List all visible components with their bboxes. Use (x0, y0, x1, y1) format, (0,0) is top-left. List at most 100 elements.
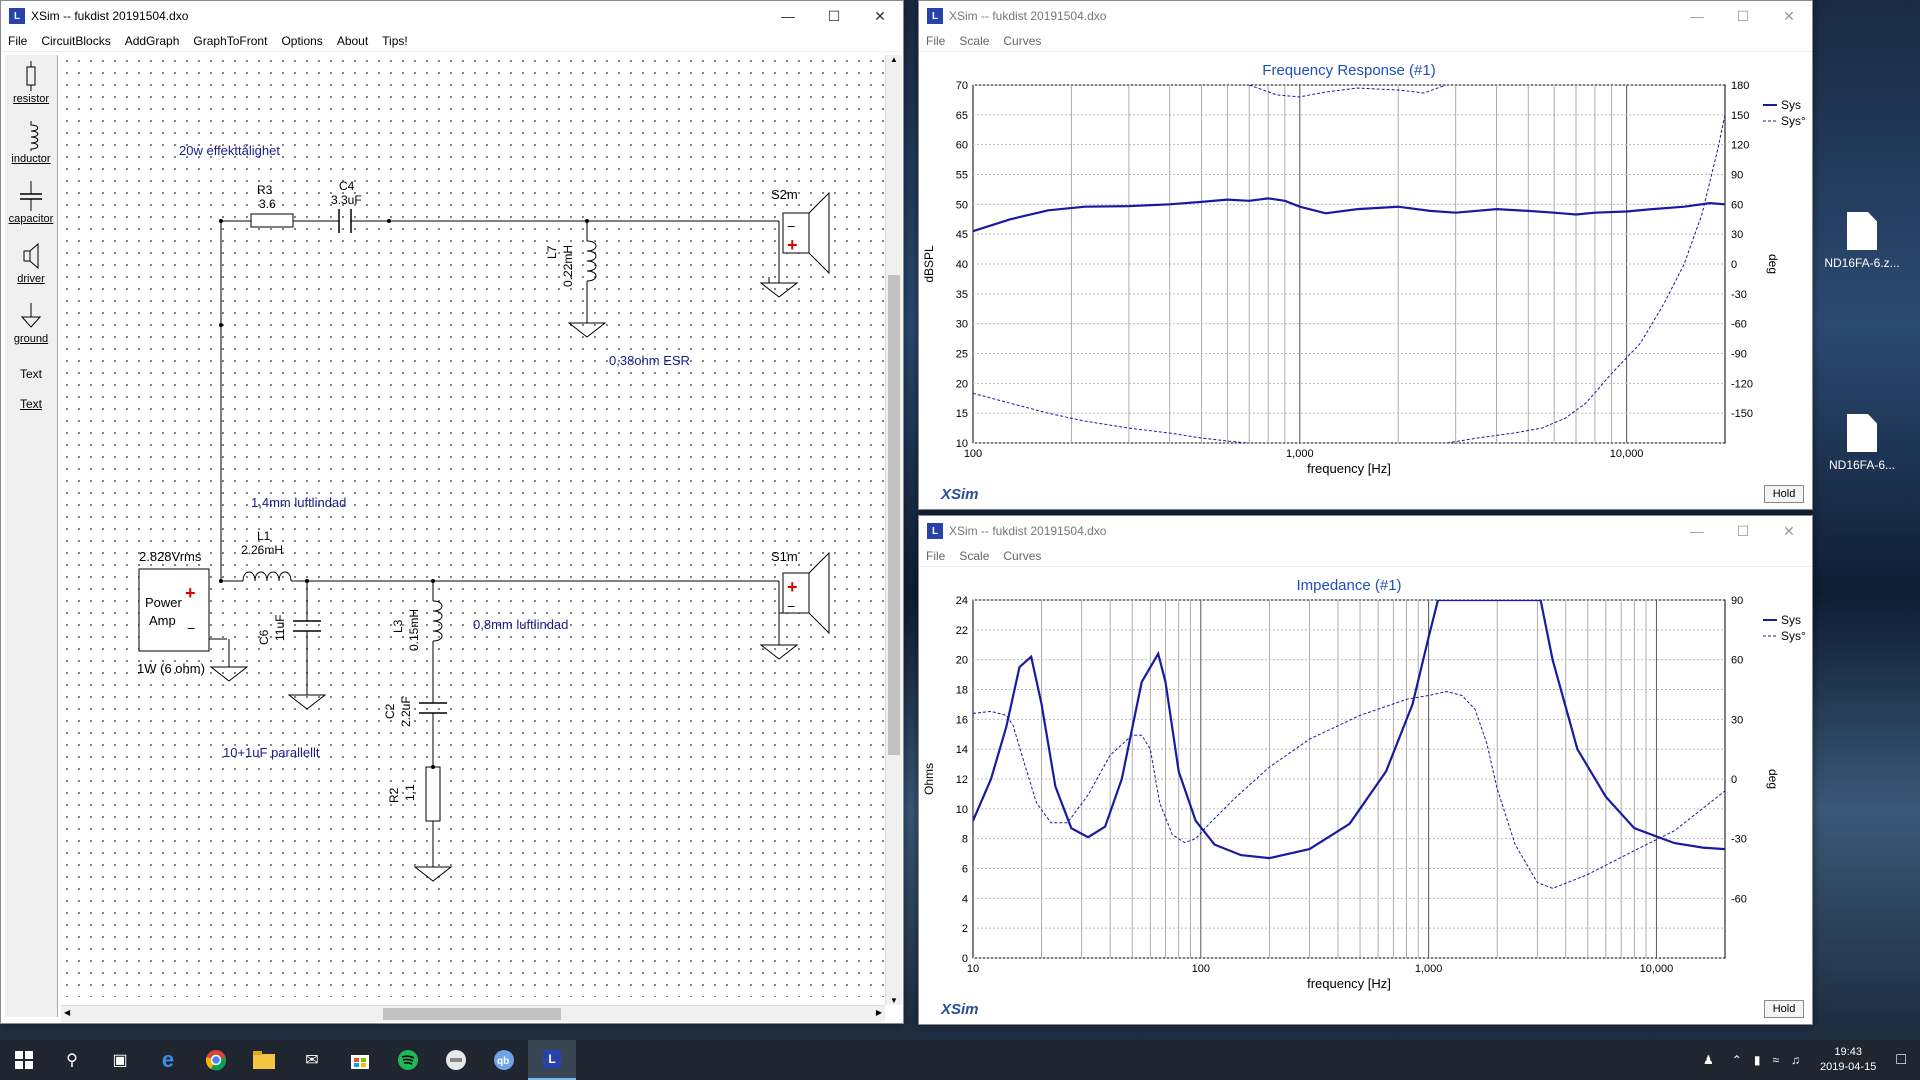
hold-button[interactable]: Hold (1764, 485, 1804, 503)
spotify-icon[interactable] (384, 1040, 432, 1080)
window-title: XSim -- fukdist 20191504.dxo (949, 524, 1107, 538)
legend-label: Sys (1781, 613, 1801, 627)
inductor-l3[interactable] (432, 600, 443, 642)
freq-titlebar[interactable]: L XSim -- fukdist 20191504.dxo — ☐ ✕ (919, 1, 1812, 31)
schematic-titlebar[interactable]: L XSim -- fukdist 20191504.dxo — ☐ ✕ (1, 1, 903, 31)
qbittorrent-icon[interactable]: qb (480, 1040, 528, 1080)
inductor-l7[interactable] (586, 240, 597, 282)
edge-icon[interactable]: e (144, 1040, 192, 1080)
wifi-icon[interactable]: ≈ (1772, 1053, 1779, 1067)
schematic-vscrollbar[interactable]: ▲ ▼ (885, 55, 902, 1005)
impedance-chart[interactable]: 2422201816141210864209060300-30-6010 100 1… (919, 568, 1812, 1024)
hscroll-thumb[interactable] (383, 1008, 561, 1020)
note-l3-wire[interactable]: 0,8mm luftlindad (473, 617, 568, 632)
imp-graph-area[interactable]: 24 22 20 18 16 14 12 10 8 6 4 2 0 90 60 30 0 -30 -60 10 100 1… (919, 568, 1812, 1024)
minimize-icon[interactable]: — (765, 1, 811, 31)
mail-icon[interactable]: ✉ (288, 1040, 336, 1080)
schematic-hscrollbar[interactable]: ◀ ▶ (61, 1005, 885, 1022)
menu-file[interactable]: File (919, 34, 952, 48)
windows-icon (15, 1051, 33, 1069)
desktop-file-2[interactable]: ND16FA-6... (1822, 414, 1902, 472)
power-amp-block[interactable] (138, 568, 210, 652)
scroll-right-icon[interactable]: ▶ (876, 1008, 882, 1017)
tool-text-2[interactable]: Text (5, 395, 57, 423)
x-tick-label: 10,000 (1610, 448, 1644, 460)
note-power-handling[interactable]: 20w effekttålighet (179, 143, 280, 158)
xsim-taskbar-icon[interactable]: L (528, 1040, 576, 1080)
chevron-up-icon[interactable]: ⌃ (1732, 1053, 1742, 1067)
maximize-icon[interactable]: ☐ (1720, 1, 1766, 31)
hold-button[interactable]: Hold (1764, 1000, 1804, 1018)
y-tick-label: 60 (956, 140, 968, 152)
resistor-r3[interactable] (250, 213, 294, 228)
tool-inductor[interactable]: inductor (5, 121, 57, 175)
y2-tick-label: -120 (1731, 378, 1753, 390)
desktop-file-1[interactable]: ND16FA-6.z... (1822, 212, 1902, 270)
start-button[interactable] (0, 1040, 48, 1080)
taskbar-clock[interactable]: 19:43 2019-04-15 (1820, 1045, 1876, 1075)
menu-tips[interactable]: Tips! (375, 34, 415, 48)
taskbar: ⚲ ▣ e ✉ qb L ♟ ⌃ ▮ ≈ ♫ 19:43 2019-04-15 … (0, 1040, 1920, 1080)
y-tick-label: 16 (956, 714, 968, 726)
svg-text:−: − (787, 598, 795, 614)
svg-text:qb: qb (497, 1056, 509, 1067)
chrome-icon[interactable] (192, 1040, 240, 1080)
menu-scale[interactable]: Scale (952, 549, 996, 563)
tool-driver[interactable]: driver (5, 241, 57, 295)
menu-options[interactable]: Options (274, 34, 329, 48)
scroll-down-icon[interactable]: ▼ (886, 996, 902, 1005)
resistor-r2[interactable] (425, 766, 441, 822)
ground-icon (20, 303, 42, 328)
menu-file[interactable]: File (919, 549, 952, 563)
imp-titlebar[interactable]: L XSim -- fukdist 20191504.dxo — ☐ ✕ (919, 516, 1812, 546)
maximize-icon[interactable]: ☐ (811, 1, 857, 31)
tool-resistor[interactable]: resistor (5, 61, 57, 115)
freq-response-chart[interactable]: 7065605550454035302520151018015012090603… (919, 53, 1812, 509)
freq-response-window[interactable]: L XSim -- fukdist 20191504.dxo — ☐ ✕ Fil… (918, 0, 1813, 510)
menu-graphtofront[interactable]: GraphToFront (186, 34, 274, 48)
maximize-icon[interactable]: ☐ (1720, 516, 1766, 546)
y-tick-label: 15 (956, 408, 968, 420)
y2-tick-label: 60 (1731, 655, 1743, 667)
minimize-icon[interactable]: — (1674, 1, 1720, 31)
y-tick-label: 30 (956, 319, 968, 331)
search-icon[interactable]: ⚲ (48, 1040, 96, 1080)
c6-name: C6 (257, 629, 271, 645)
inductor-l1[interactable] (242, 571, 292, 582)
close-icon[interactable]: ✕ (1766, 516, 1812, 546)
note-esr[interactable]: 0,38ohm ESR (609, 353, 690, 368)
vscroll-thumb[interactable] (888, 275, 900, 755)
store-icon[interactable] (336, 1040, 384, 1080)
close-icon[interactable]: ✕ (1766, 1, 1812, 31)
note-l1-wire[interactable]: 1,4mm luftlindad (251, 495, 346, 510)
component-toolbox: resistor inductor capacitor driver groun… (5, 55, 58, 1017)
schematic-window[interactable]: L XSim -- fukdist 20191504.dxo — ☐ ✕ Fil… (0, 0, 904, 1024)
people-icon[interactable]: ♟ (1703, 1053, 1714, 1067)
close-icon[interactable]: ✕ (857, 1, 903, 31)
menu-circuitblocks[interactable]: CircuitBlocks (34, 34, 117, 48)
impedance-window[interactable]: L XSim -- fukdist 20191504.dxo — ☐ ✕ Fil… (918, 515, 1813, 1025)
task-view-icon[interactable]: ▣ (96, 1040, 144, 1080)
menu-curves[interactable]: Curves (996, 34, 1048, 48)
menu-curves[interactable]: Curves (996, 549, 1048, 563)
file-explorer-icon[interactable] (240, 1040, 288, 1080)
menu-addgraph[interactable]: AddGraph (118, 34, 187, 48)
minimize-icon[interactable]: — (1674, 516, 1720, 546)
volume-icon[interactable]: ♫ (1791, 1053, 1800, 1067)
note-c6-parallel[interactable]: 10+1uF parallellt (223, 745, 319, 760)
battery-icon[interactable]: ▮ (1754, 1053, 1761, 1067)
scroll-left-icon[interactable]: ◀ (64, 1008, 70, 1017)
tool-text[interactable]: Text (5, 361, 57, 389)
freq-graph-area[interactable]: 70 65 60 55 50 45 40 35 30 25 20 15 10 180 150 120 90 60 3… (919, 53, 1812, 509)
menu-about[interactable]: About (330, 34, 375, 48)
menu-file[interactable]: File (1, 34, 34, 48)
notification-icon[interactable]: □ (1896, 1051, 1906, 1069)
text-underlined: Text (19, 397, 42, 411)
scroll-up-icon[interactable]: ▲ (886, 55, 902, 64)
app-circle-icon[interactable] (432, 1040, 480, 1080)
y2-tick-label: -30 (1731, 289, 1747, 301)
schematic-canvas[interactable]: − + + − + − 20w effekttålighet R3 3.6 C4… (61, 55, 885, 997)
tool-ground[interactable]: ground (5, 301, 57, 355)
menu-scale[interactable]: Scale (952, 34, 996, 48)
tool-capacitor[interactable]: capacitor (5, 181, 57, 235)
